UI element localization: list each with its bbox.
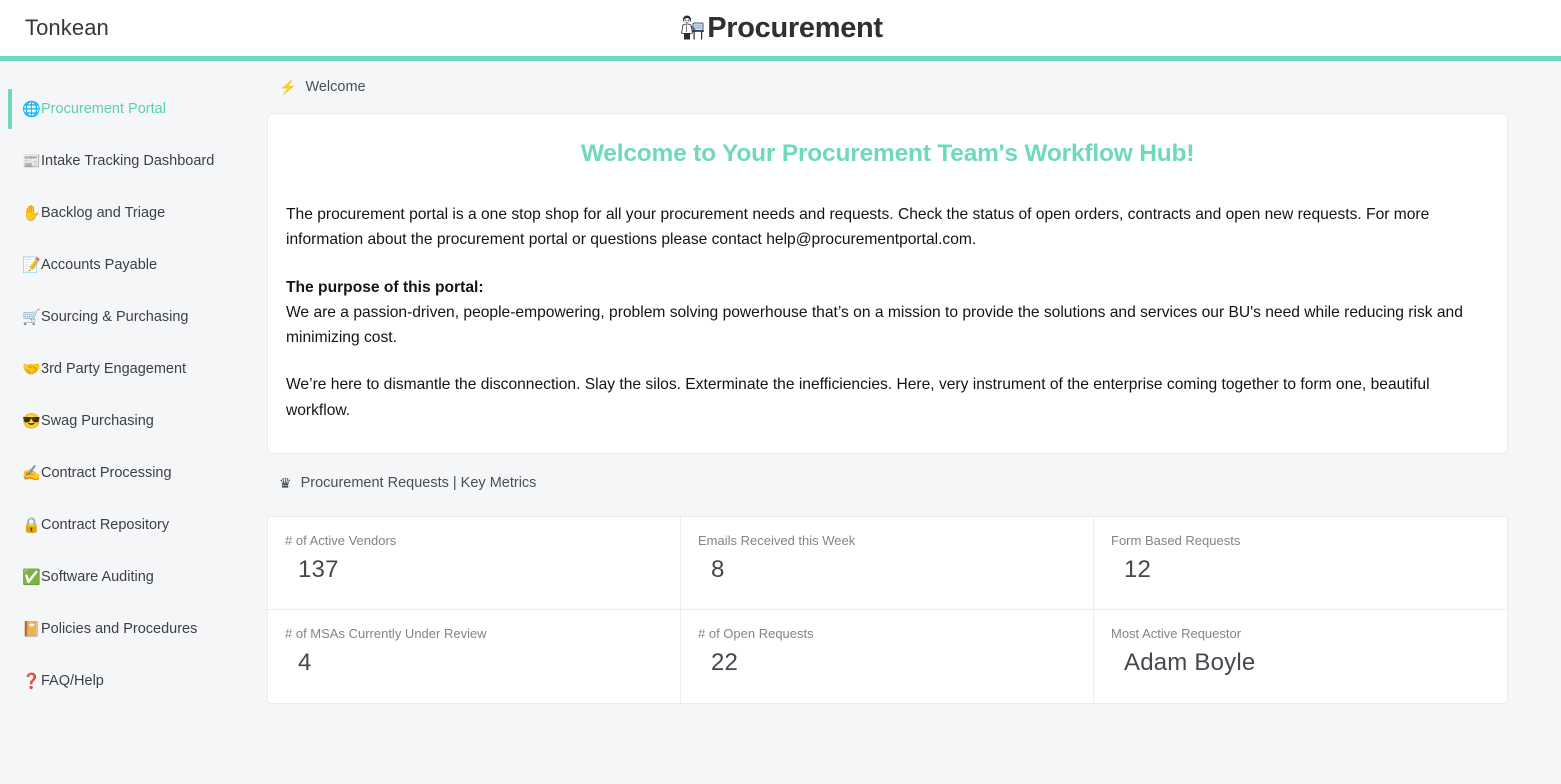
lock-icon: 🔒 <box>22 516 41 534</box>
metric-value: 137 <box>298 555 339 583</box>
check-mark-button-icon: ✅ <box>22 568 41 586</box>
metric-label: Most Active Requestor <box>1111 625 1242 641</box>
sidebar-item-label: Policies and Procedures <box>41 621 198 637</box>
purpose-title: The purpose of this portal: <box>286 278 484 296</box>
brand-logo[interactable]: Tonkean <box>25 15 109 41</box>
metrics-grid: # of Active Vendors 137 Emails Received … <box>267 515 1508 704</box>
metric-value: 8 <box>711 555 725 583</box>
sidebar-item-label: Intake Tracking Dashboard <box>41 153 215 169</box>
newspaper-icon: 📰 <box>22 152 41 170</box>
page-title: Procurement <box>707 11 883 44</box>
metric-label: # of Active Vendors <box>285 532 397 548</box>
welcome-paragraph-3: We’re here to dismantle the disconnectio… <box>286 376 1430 419</box>
sidebar-item-software-auditing[interactable]: ✅ Software Auditing <box>0 551 267 603</box>
sidebar-item-label: Swag Purchasing <box>41 413 154 429</box>
top-bar: Tonkean Procurement <box>0 0 1561 56</box>
sidebar: 🌐 Procurement Portal 📰 Intake Tracking D… <box>0 61 267 784</box>
sidebar-item-procurement-portal[interactable]: 🌐 Procurement Portal <box>0 83 267 135</box>
welcome-paragraph-1: The procurement portal is a one stop sho… <box>286 206 1430 249</box>
welcome-heading: Welcome to Your Procurement Team's Workf… <box>580 140 1195 167</box>
sidebar-item-swag-purchasing[interactable]: 😎 Swag Purchasing <box>0 395 267 447</box>
sidebar-item-backlog-and-triage[interactable]: ✋ Backlog and Triage <box>0 187 267 239</box>
metric-label: # of MSAs Currently Under Review <box>285 625 487 641</box>
raised-hand-icon: ✋ <box>22 204 41 222</box>
sidebar-item-intake-tracking-dashboard[interactable]: 📰 Intake Tracking Dashboard <box>0 135 267 187</box>
notebook-icon: 📔 <box>22 620 41 638</box>
sunglasses-face-icon: 😎 <box>22 412 41 430</box>
sidebar-item-label: FAQ/Help <box>41 673 104 689</box>
welcome-section-label: Welcome <box>305 79 366 95</box>
metric-card[interactable]: Form Based Requests 12 <box>1094 517 1507 610</box>
memo-icon: 📝 <box>22 256 41 274</box>
handshake-icon: 🤝 <box>22 360 41 378</box>
page-title-wrap: Procurement <box>0 0 1561 56</box>
welcome-section-header: ⚡ Welcome <box>267 61 1508 113</box>
metric-value: 4 <box>298 648 312 676</box>
sidebar-item-3rd-party-engagement[interactable]: 🤝 3rd Party Engagement <box>0 343 267 395</box>
sidebar-item-label: Backlog and Triage <box>41 205 166 221</box>
crown-icon: ♛ <box>279 474 292 491</box>
globe-icon: 🌐 <box>22 100 41 118</box>
sidebar-item-label: Accounts Payable <box>41 257 158 273</box>
sidebar-item-sourcing-and-purchasing[interactable]: 🛒 Sourcing & Purchasing <box>0 291 267 343</box>
metric-card[interactable]: # of Open Requests 22 <box>681 609 1094 703</box>
sidebar-item-label: Contract Processing <box>41 465 172 481</box>
metric-card[interactable]: Emails Received this Week 8 <box>681 516 1094 610</box>
lightning-bolt-icon: ⚡ <box>279 79 297 95</box>
metric-card[interactable]: # of MSAs Currently Under Review 4 <box>268 609 681 703</box>
welcome-card: Welcome to Your Procurement Team's Workf… <box>267 113 1508 454</box>
sidebar-item-faq-help[interactable]: ❓ FAQ/Help <box>0 655 267 707</box>
app-root: Tonkean Procurement 🌐 Procurement Portal… <box>0 0 1561 784</box>
sidebar-item-contract-repository[interactable]: 🔒 Contract Repository <box>0 499 267 551</box>
person-at-desk-icon <box>681 15 705 40</box>
sidebar-item-label: Software Auditing <box>41 569 154 585</box>
writing-hand-icon: ✍️ <box>22 464 41 482</box>
welcome-paragraph-2: We are a passion-driven, people-empoweri… <box>286 303 1463 346</box>
sidebar-item-contract-processing[interactable]: ✍️ Contract Processing <box>0 447 267 499</box>
body: 🌐 Procurement Portal 📰 Intake Tracking D… <box>0 61 1561 784</box>
sidebar-item-label: Procurement Portal <box>41 101 166 117</box>
sidebar-item-label: 3rd Party Engagement <box>41 361 187 377</box>
sidebar-item-accounts-payable[interactable]: 📝 Accounts Payable <box>0 239 267 291</box>
shopping-cart-icon: 🛒 <box>22 308 41 326</box>
main-content: ⚡ Welcome Welcome to Your Procurement Te… <box>267 61 1561 784</box>
sidebar-item-policies-and-procedures[interactable]: 📔 Policies and Procedures <box>0 603 267 655</box>
metric-card[interactable]: # of Active Vendors 137 <box>268 516 681 610</box>
metric-card[interactable]: Most Active Requestor Adam Boyle <box>1094 610 1507 703</box>
sidebar-item-label: Sourcing & Purchasing <box>41 309 189 325</box>
metric-value: Adam Boyle <box>1124 648 1256 676</box>
metric-value: 22 <box>711 648 739 676</box>
metric-label: # of Open Requests <box>698 625 814 641</box>
metrics-section-header: ♛ Procurement Requests | Key Metrics <box>267 454 1508 512</box>
sidebar-item-label: Contract Repository <box>41 517 170 533</box>
question-mark-icon: ❓ <box>22 672 41 690</box>
metric-value: 12 <box>1124 555 1152 583</box>
metrics-section-label: Procurement Requests | Key Metrics <box>300 474 537 491</box>
metric-label: Form Based Requests <box>1111 532 1241 548</box>
metric-label: Emails Received this Week <box>698 532 856 548</box>
